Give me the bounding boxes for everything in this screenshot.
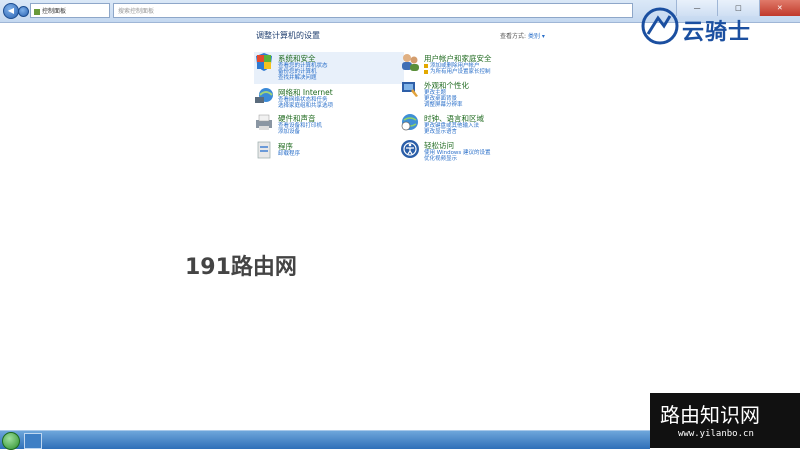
programs-icon (257, 141, 271, 159)
users-icon (402, 54, 419, 71)
watermark-left: 191路由网 (185, 255, 297, 280)
link-screen-resolution[interactable]: 调整屏幕分辨率 (424, 100, 463, 108)
shield-icon (256, 53, 272, 71)
control-panel-icon (34, 8, 40, 15)
appearance-icon (402, 82, 418, 97)
printer-icon (256, 114, 272, 130)
taskbar (0, 430, 650, 450)
view-by: 查看方式: 类别 ▾ (500, 31, 545, 40)
link-uninstall[interactable]: 卸载程序 (278, 149, 300, 157)
forward-button[interactable] (18, 6, 29, 17)
category-system-security[interactable]: 系统和安全 查看您的计算机状态 备份您的计算机 查找并解决问题 (254, 52, 404, 84)
category-appearance[interactable]: 外观和个性化 更改主题 更改桌面背景 调整屏幕分辨率 (400, 79, 550, 111)
view-by-label: 查看方式: (500, 33, 527, 40)
address-text: 控制面板 (42, 8, 67, 15)
category-programs[interactable]: 程序 卸载程序 (254, 140, 404, 172)
link-display-language[interactable]: 更改显示语言 (424, 127, 457, 135)
network-icon (255, 88, 273, 103)
start-button[interactable] (2, 432, 20, 450)
watermark-right-url: www.yilanbo.cn (678, 429, 754, 439)
link-optimize-display[interactable]: 优化视频显示 (424, 154, 457, 162)
link-homegroup[interactable]: 选择家庭组和共享选项 (278, 101, 333, 109)
category-ease-of-access[interactable]: 轻松访问 使用 Windows 建议的设置 优化视频显示 (400, 139, 550, 171)
link-troubleshoot[interactable]: 查找并解决问题 (278, 73, 317, 81)
clock-globe-icon (401, 114, 418, 131)
ease-of-access-icon (401, 140, 419, 158)
watermark-right: 路由知识网 www.yilanbo.cn (650, 393, 800, 448)
taskbar-app-icon[interactable] (24, 433, 42, 449)
search-input[interactable]: 搜索控制面板 (113, 3, 633, 18)
page-title: 调整计算机的设置 (256, 31, 320, 40)
view-by-dropdown[interactable]: 类别 ▾ (528, 33, 545, 40)
address-bar[interactable]: 控制面板 (30, 3, 110, 18)
back-button[interactable]: ◀ (3, 3, 19, 19)
link-add-device[interactable]: 添加设备 (278, 127, 300, 135)
watermark-right-title: 路由知识网 (660, 403, 760, 427)
logo-text: 云骑士 (682, 20, 752, 45)
link-parental-controls[interactable]: 为所有用户设置家长控制 (424, 67, 491, 75)
